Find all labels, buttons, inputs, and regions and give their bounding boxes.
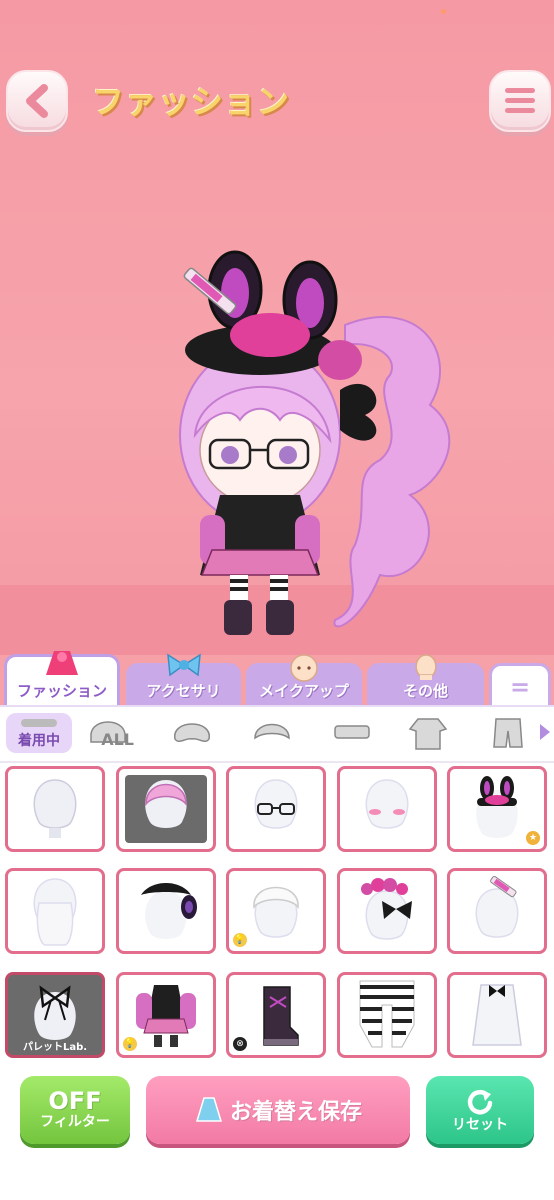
- tab-label: ファッション: [16, 682, 107, 700]
- filter-button[interactable]: OFF フィルター: [20, 1076, 130, 1144]
- status-dot: [441, 9, 446, 14]
- item-back-hair[interactable]: [5, 868, 105, 954]
- dress-icon: [195, 1097, 222, 1122]
- avatar-character: [179, 250, 451, 635]
- tab-label: その他: [402, 682, 448, 700]
- tab-makeup[interactable]: メイクアップ: [246, 654, 362, 705]
- more-tab-icon: =: [509, 673, 531, 701]
- boots-icon: [263, 986, 299, 1046]
- item-pink-jacket-outfit[interactable]: 💡: [116, 972, 216, 1058]
- plaid-skirt: [200, 549, 320, 576]
- tab-label: アクセサリ: [146, 682, 221, 700]
- menu-button[interactable]: [489, 70, 551, 132]
- filter-label: フィルター: [40, 1114, 110, 1130]
- white-hair-icon: [253, 886, 299, 938]
- item-striped-socks[interactable]: [337, 972, 437, 1058]
- blush-icon: [365, 779, 409, 829]
- reset-button[interactable]: リセット: [426, 1076, 534, 1144]
- wearing-label: 着用中: [18, 733, 60, 749]
- bunny-ears-icon: [476, 776, 518, 838]
- save-outfit-button[interactable]: お着替え保存: [146, 1076, 410, 1144]
- tab-accessory[interactable]: アクセサリ: [126, 653, 241, 705]
- tab-other[interactable]: その他: [367, 654, 484, 705]
- tab-more[interactable]: =: [489, 663, 551, 705]
- refresh-icon: [467, 1089, 493, 1115]
- subcategory-pants[interactable]: [482, 713, 534, 753]
- bunny-hat: [185, 250, 362, 380]
- brand-badge-icon: ⊗: [233, 1037, 247, 1051]
- syringe-icon: [475, 875, 519, 938]
- bangs-icon: [254, 723, 290, 740]
- subcategory-bar: 着用中 ALL: [0, 705, 554, 763]
- hamburger-menu-icon: [505, 88, 535, 113]
- item-pink-headband[interactable]: [337, 868, 437, 954]
- page-title: ファッション: [92, 83, 291, 121]
- white-top-icon: [472, 984, 522, 1046]
- lightbulb-badge-icon: 💡: [233, 933, 247, 947]
- face-icon: [290, 654, 318, 682]
- black-headpiece-icon: [141, 883, 197, 939]
- hat-icon: [334, 725, 370, 739]
- subcategory-hair[interactable]: [166, 713, 218, 753]
- subcategory-all[interactable]: ALL: [84, 713, 136, 753]
- item-white-hair[interactable]: 💡: [226, 868, 326, 954]
- hair-icon: [174, 723, 210, 742]
- star-badge-icon: ★: [526, 831, 540, 845]
- brand-label: パレットLab.: [22, 1042, 88, 1053]
- tab-label: メイクアップ: [259, 682, 349, 700]
- item-black-boots[interactable]: ⊗: [226, 972, 326, 1058]
- all-label: ALL: [101, 730, 134, 749]
- save-label: お着替え保存: [229, 1100, 362, 1125]
- back-button[interactable]: [6, 70, 68, 132]
- pink-hair-icon: [145, 780, 187, 828]
- item-blank-head[interactable]: [5, 766, 105, 852]
- item-blush[interactable]: [337, 766, 437, 852]
- reset-label: リセット: [452, 1117, 508, 1133]
- other-icon: [414, 654, 437, 680]
- item-black-headpiece[interactable]: [116, 868, 216, 954]
- striped-socks-icon: [359, 980, 415, 1048]
- item-ribbon-choker[interactable]: パレットLab.: [5, 972, 105, 1058]
- lightbulb-badge-icon: 💡: [123, 1037, 137, 1051]
- subcategory-bangs[interactable]: [246, 713, 298, 753]
- tab-fashion[interactable]: ファッション: [4, 651, 120, 705]
- ribbon-icon: [166, 653, 201, 677]
- subcategory-hat[interactable]: [326, 713, 378, 753]
- jacket-outfit-icon: [136, 985, 196, 1047]
- scroll-right-arrow-icon[interactable]: [538, 722, 552, 742]
- dress-icon: [46, 651, 78, 675]
- pants-icon: [493, 718, 523, 748]
- pink-headband-icon: [361, 878, 412, 940]
- item-pink-hair[interactable]: [116, 766, 216, 852]
- item-white-top[interactable]: [447, 972, 547, 1058]
- black-bow: [340, 383, 377, 441]
- category-tabs: ファッション アクセサリ メイクアップ その他 =: [0, 650, 554, 705]
- subcategory-wearing[interactable]: 着用中: [6, 713, 72, 753]
- jacket-icon: [408, 718, 448, 750]
- filter-state: OFF: [48, 1087, 102, 1115]
- boots: [224, 600, 294, 635]
- chevron-left-icon: [26, 84, 48, 118]
- item-bunny-ears-hat[interactable]: ★: [447, 766, 547, 852]
- subcategory-jacket[interactable]: [402, 713, 454, 753]
- glasses-icon: [254, 779, 298, 829]
- back-hair-icon: [33, 878, 77, 946]
- item-glasses[interactable]: [226, 766, 326, 852]
- mannequin-head-icon: [33, 779, 77, 838]
- item-syringe-hairpin[interactable]: [447, 868, 547, 954]
